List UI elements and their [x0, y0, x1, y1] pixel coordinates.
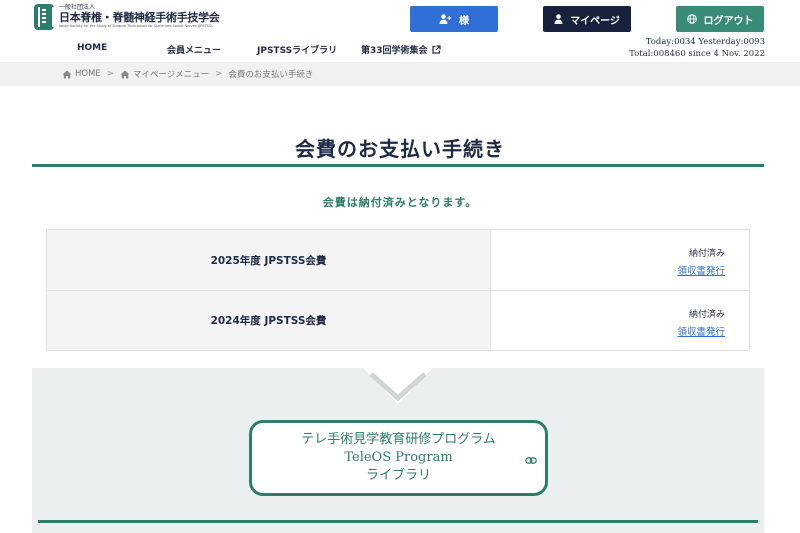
table-row: 2025年度 JPSTSS会費 納付済み 領収書発行	[47, 230, 749, 290]
chain-link-icon	[525, 453, 537, 471]
mypage-button-label: マイページ	[570, 15, 620, 27]
nav-library[interactable]: JPSTSSライブラリ	[257, 43, 337, 56]
program-title-line2: TeleOS Program	[344, 450, 453, 465]
program-title-line1: テレ手術見学教育研修プログラム	[301, 432, 496, 447]
mypage-button[interactable]: マイページ	[543, 6, 631, 32]
breadcrumb-mypage[interactable]: マイページメニュー	[120, 68, 209, 80]
nav-meeting[interactable]: 第33回学術集会	[361, 43, 441, 56]
nav-member-menu[interactable]: 会員メニュー	[167, 43, 221, 56]
nav-home[interactable]: HOME	[77, 43, 107, 53]
home-icon	[62, 70, 72, 79]
logout-button-label: ログアウト	[703, 15, 754, 27]
external-link-icon	[431, 45, 441, 54]
org-english-name: Japan Society for the Study of Surgical …	[59, 24, 213, 29]
access-counter: Today:0034 Yesterday:0093 Total:008460 s…	[629, 36, 765, 60]
receipt-link[interactable]: 領収書発行	[677, 324, 725, 338]
logo-emblem	[34, 4, 54, 30]
table-row: 2024年度 JPSTSS会費 納付済み 領収書発行	[47, 290, 749, 350]
user-plus-icon	[439, 14, 452, 24]
logout-button[interactable]: ログアウト	[676, 6, 764, 32]
payment-status-message: 会費は納付済みとなります。	[322, 196, 478, 209]
user-button-label: 様	[459, 15, 469, 27]
site-logo[interactable]: 一般社団法人 日本脊椎・脊髄神経手術手技学会 Japan Society for…	[34, 4, 220, 30]
breadcrumb-home-label: HOME	[75, 69, 101, 79]
fee-name: 2024年度 JPSTSS会費	[47, 291, 491, 350]
globe-icon	[686, 14, 697, 24]
fee-status: 納付済み	[688, 249, 725, 259]
program-title-line3: ライブラリ	[365, 468, 431, 483]
site-header: 一般社団法人 日本脊椎・脊髄神経手術手技学会 Japan Society for…	[0, 0, 800, 62]
breadcrumb-mypage-label: マイページメニュー	[132, 70, 210, 80]
receipt-link[interactable]: 領収書発行	[677, 263, 725, 277]
breadcrumb-home[interactable]: HOME	[62, 69, 101, 79]
panel-bottom-rule	[38, 520, 758, 523]
counter-total: Total:008460 since 4 Nov. 2022	[629, 49, 765, 59]
breadcrumb-separator: >	[215, 69, 223, 79]
logo-text: 一般社団法人 日本脊椎・脊髄神経手術手技学会 Japan Society for…	[59, 5, 220, 29]
home-icon	[120, 70, 130, 79]
teleos-program-button[interactable]: テレ手術見学教育研修プログラム TeleOS Program ライブラリ	[249, 420, 548, 496]
fee-name: 2025年度 JPSTSS会費	[47, 230, 491, 290]
fee-status-cell: 納付済み 領収書発行	[491, 230, 749, 290]
breadcrumb: HOME > マイページメニュー > 会費のお支払い手続き	[0, 62, 800, 86]
counter-today: Today:0034 Yesterday:0093	[645, 37, 765, 47]
breadcrumb-separator: >	[106, 69, 114, 79]
org-name: 日本脊椎・脊髄神経手術手技学会	[59, 11, 220, 25]
program-panel: テレ手術見学教育研修プログラム TeleOS Program ライブラリ	[32, 368, 764, 533]
user-icon	[554, 14, 563, 24]
chevron-down-decoration	[363, 368, 433, 404]
fees-table: 2025年度 JPSTSS会費 納付済み 領収書発行 2024年度 JPSTSS…	[46, 229, 750, 351]
nav-meeting-label: 第33回学術集会	[361, 46, 428, 56]
fee-status-cell: 納付済み 領収書発行	[491, 291, 749, 350]
title-underline	[32, 164, 764, 167]
page-title: 会費のお支払い手続き	[295, 137, 505, 161]
user-button[interactable]: 様	[410, 6, 498, 32]
breadcrumb-current: 会費のお支払い手続き	[228, 70, 314, 80]
fee-status: 納付済み	[688, 310, 725, 320]
